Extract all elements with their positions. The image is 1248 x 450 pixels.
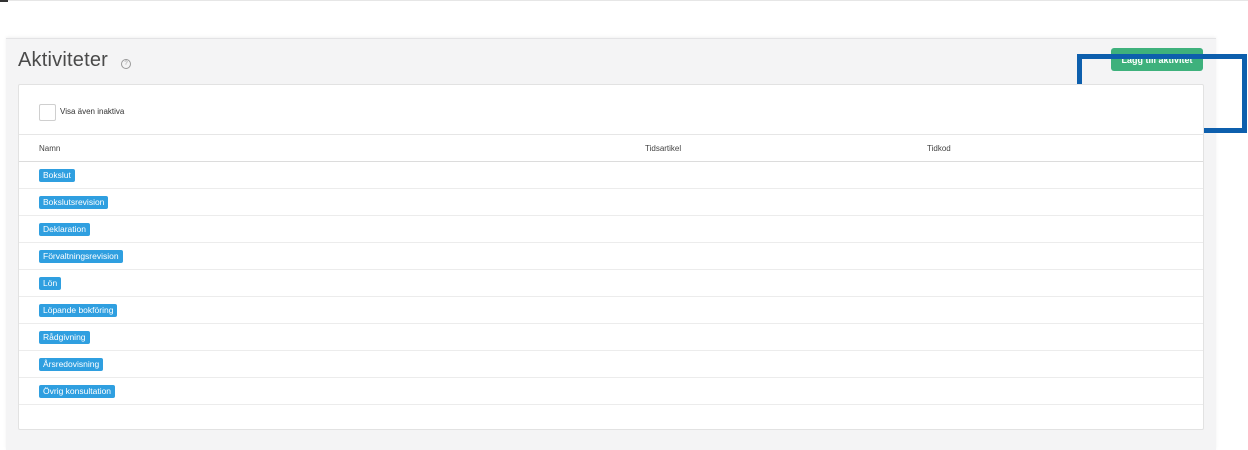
add-activity-button[interactable]: Lägg till aktivitet bbox=[1111, 48, 1203, 71]
activities-card: Visa även inaktiva Namn Tidsartikel Tidk… bbox=[18, 84, 1204, 430]
activity-tag[interactable]: Bokslutsrevision bbox=[39, 196, 109, 209]
activity-tag[interactable]: Deklaration bbox=[39, 223, 90, 236]
activity-tag[interactable]: Bokslut bbox=[39, 169, 75, 182]
filter-row: Visa även inaktiva bbox=[19, 85, 1203, 135]
activity-tag[interactable]: Rådgivning bbox=[39, 331, 90, 344]
column-header-namn[interactable]: Namn bbox=[39, 144, 60, 153]
activity-tag[interactable]: Förvaltningsrevision bbox=[39, 250, 123, 263]
table-row: Bokslut bbox=[19, 162, 1203, 189]
table-row: Deklaration bbox=[19, 216, 1203, 243]
table-row: Förvaltningsrevision bbox=[19, 243, 1203, 270]
show-inactive-label[interactable]: Visa även inaktiva bbox=[60, 107, 124, 116]
activity-tag[interactable]: Övrig konsultation bbox=[39, 385, 116, 398]
table-header: Namn Tidsartikel Tidkod bbox=[19, 135, 1203, 162]
top-border bbox=[0, 0, 1248, 1]
table-row: Övrig konsultation bbox=[19, 378, 1203, 405]
column-header-tidkod[interactable]: Tidkod bbox=[927, 144, 951, 153]
activity-tag[interactable]: Löpande bokföring bbox=[39, 304, 118, 317]
column-header-tidsartikel[interactable]: Tidsartikel bbox=[645, 144, 681, 153]
show-inactive-checkbox[interactable] bbox=[39, 104, 56, 121]
table-row: Årsredovisning bbox=[19, 351, 1203, 378]
help-icon[interactable]: ? bbox=[121, 59, 131, 69]
page-container: Aktiviteter ? Lägg till aktivitet Visa ä… bbox=[6, 38, 1247, 450]
table-row: Löpande bokföring bbox=[19, 297, 1203, 324]
table-row: Lön bbox=[19, 270, 1203, 297]
table-row: Rådgivning bbox=[19, 324, 1203, 351]
page-title: Aktiviteter bbox=[18, 49, 109, 71]
table-body: Bokslut Bokslutsrevision Deklaration För… bbox=[19, 162, 1203, 405]
activity-tag[interactable]: Årsredovisning bbox=[39, 358, 104, 371]
corner-mark bbox=[0, 0, 8, 2]
table-row: Bokslutsrevision bbox=[19, 189, 1203, 216]
activity-tag[interactable]: Lön bbox=[39, 277, 62, 290]
